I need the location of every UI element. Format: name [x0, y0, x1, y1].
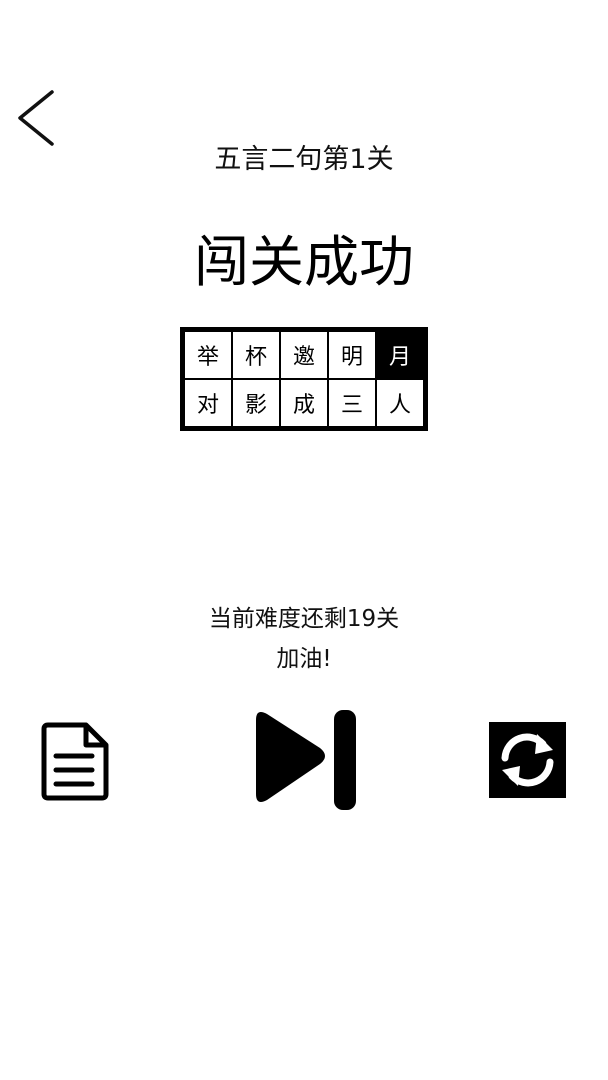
poem-grid: 举 杯 邀 明 月 对 影 成 三 人 — [180, 327, 428, 431]
skip-next-icon — [256, 710, 356, 810]
level-title: 五言二句第1关 — [214, 144, 394, 175]
poem-cell: 人 — [376, 379, 424, 427]
poem-cell: 举 — [184, 331, 232, 379]
poem-cell: 杯 — [232, 331, 280, 379]
next-level-button[interactable] — [250, 708, 358, 812]
cheer-text: 加油! — [276, 646, 332, 672]
document-button[interactable] — [40, 720, 112, 802]
poem-cell-highlighted: 月 — [376, 331, 424, 379]
poem-cell: 明 — [328, 331, 376, 379]
poem-cell: 影 — [232, 379, 280, 427]
result-heading: 闯关成功 — [193, 230, 414, 294]
restart-button[interactable] — [489, 722, 566, 798]
poem-cell: 三 — [328, 379, 376, 427]
document-icon — [41, 722, 109, 801]
refresh-icon — [501, 733, 554, 787]
poem-cell: 邀 — [280, 331, 328, 379]
poem-cell: 成 — [280, 379, 328, 427]
remaining-levels-text: 当前难度还剩19关 — [208, 606, 400, 632]
poem-cell: 对 — [184, 379, 232, 427]
